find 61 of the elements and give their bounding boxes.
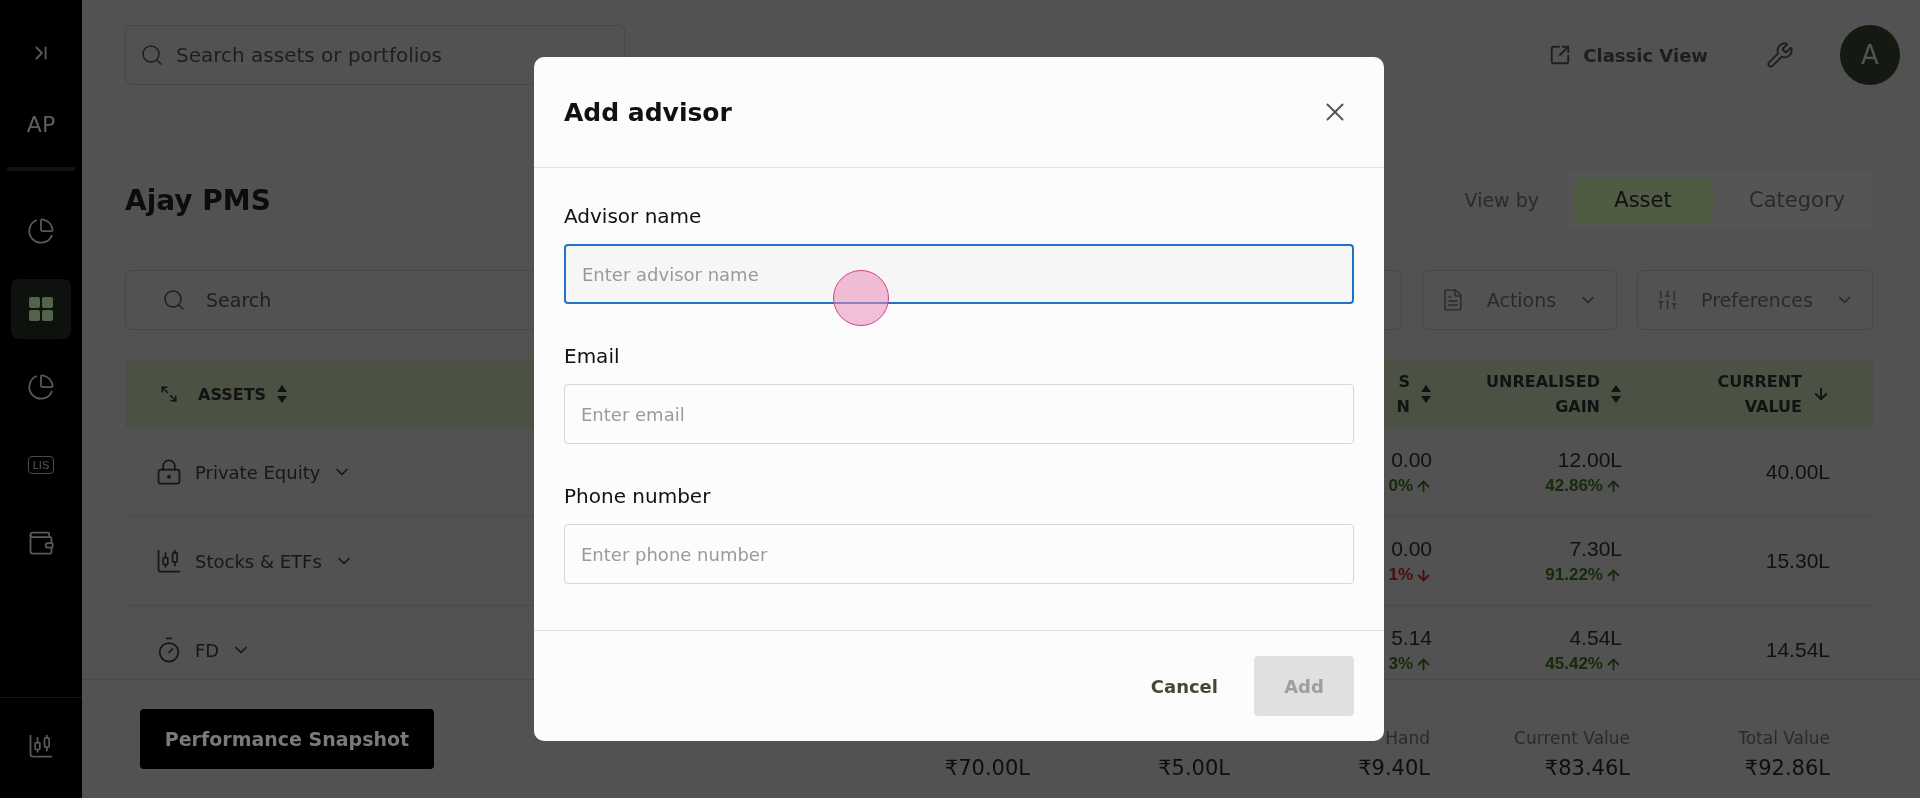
table-cell: 7.30L: [1569, 537, 1622, 561]
change-percent: 91.22%: [1545, 565, 1603, 585]
document-icon: [1441, 288, 1465, 312]
summary-value: ₹70.00L: [944, 756, 1030, 780]
candlestick-chart-icon: [27, 732, 55, 760]
table-cell: 4.54L: [1569, 626, 1622, 650]
table-cell: 12.00L: [1557, 448, 1622, 472]
settings-button[interactable]: [1766, 41, 1794, 69]
table-cell: 15.30L: [1765, 549, 1830, 573]
sliders-icon: [1656, 288, 1680, 312]
table-cell: 0.00: [1391, 448, 1432, 472]
candlestick-chart-icon: [155, 547, 183, 575]
expand-icon[interactable]: [160, 385, 178, 403]
column-header: ASSETS: [198, 383, 267, 406]
search-icon: [162, 288, 186, 312]
portfolio-title: Ajay PMS: [125, 183, 271, 217]
grid-icon: [27, 295, 55, 323]
summary-value: ₹83.46L: [1544, 756, 1630, 780]
change-percent: 0%: [1388, 476, 1413, 496]
asset-name: Private Equity: [195, 461, 321, 483]
sort-icon[interactable]: [1420, 384, 1432, 404]
sort-icon[interactable]: [1610, 384, 1622, 404]
field-label: Phone number: [564, 484, 712, 508]
dialog-title: Add advisor: [564, 97, 732, 127]
table-cell: 0.00: [1391, 537, 1432, 561]
summary-value: ₹92.86L: [1744, 756, 1830, 780]
cancel-button[interactable]: Cancel: [1150, 656, 1218, 716]
field-label: Advisor name: [564, 204, 703, 228]
column-header: CURRENT VALUE: [1717, 371, 1802, 418]
table-cell: 14.54L: [1765, 638, 1830, 662]
asset-name: FD: [195, 639, 220, 661]
sidebar-item[interactable]: [11, 279, 71, 339]
pie-chart-icon: [27, 373, 55, 401]
wallet-icon: [27, 529, 55, 557]
lock-icon: [155, 458, 183, 486]
column-header: S N: [1396, 371, 1410, 418]
table-cell: 5.14: [1391, 626, 1432, 650]
change-percent: 45.42%: [1545, 654, 1603, 674]
portfolio-initials: AP: [26, 112, 56, 137]
view-option[interactable]: Asset: [1573, 177, 1713, 223]
sort-icon[interactable]: [276, 384, 289, 404]
touch-indicator: [833, 270, 889, 326]
performance-snapshot-button[interactable]: Performance Snapshot: [140, 709, 434, 769]
change-percent: 3%: [1388, 654, 1413, 674]
summary-value: ₹5.00L: [1158, 756, 1230, 780]
asset-name: Stocks & ETFs: [195, 550, 322, 572]
wrench-icon: [1766, 41, 1794, 69]
change-percent: 42.86%: [1545, 476, 1603, 496]
external-link-icon: [1549, 44, 1572, 66]
sidebar-item[interactable]: LIS: [11, 435, 71, 495]
search-icon: [140, 43, 164, 67]
pie-chart-icon: [27, 217, 55, 245]
table-cell: 40.00L: [1765, 460, 1830, 484]
change-percent: 1%: [1388, 565, 1413, 585]
field-label: Email: [564, 344, 621, 368]
summary-value: ₹9.40L: [1358, 756, 1430, 780]
avatar[interactable]: A: [1840, 25, 1900, 85]
column-header: UNREALISED GAIN: [1486, 371, 1600, 418]
input-field[interactable]: Enter advisor name: [564, 244, 1354, 304]
sort-descending-icon[interactable]: [1812, 385, 1830, 403]
sidebar-badge: LIS: [27, 456, 55, 474]
